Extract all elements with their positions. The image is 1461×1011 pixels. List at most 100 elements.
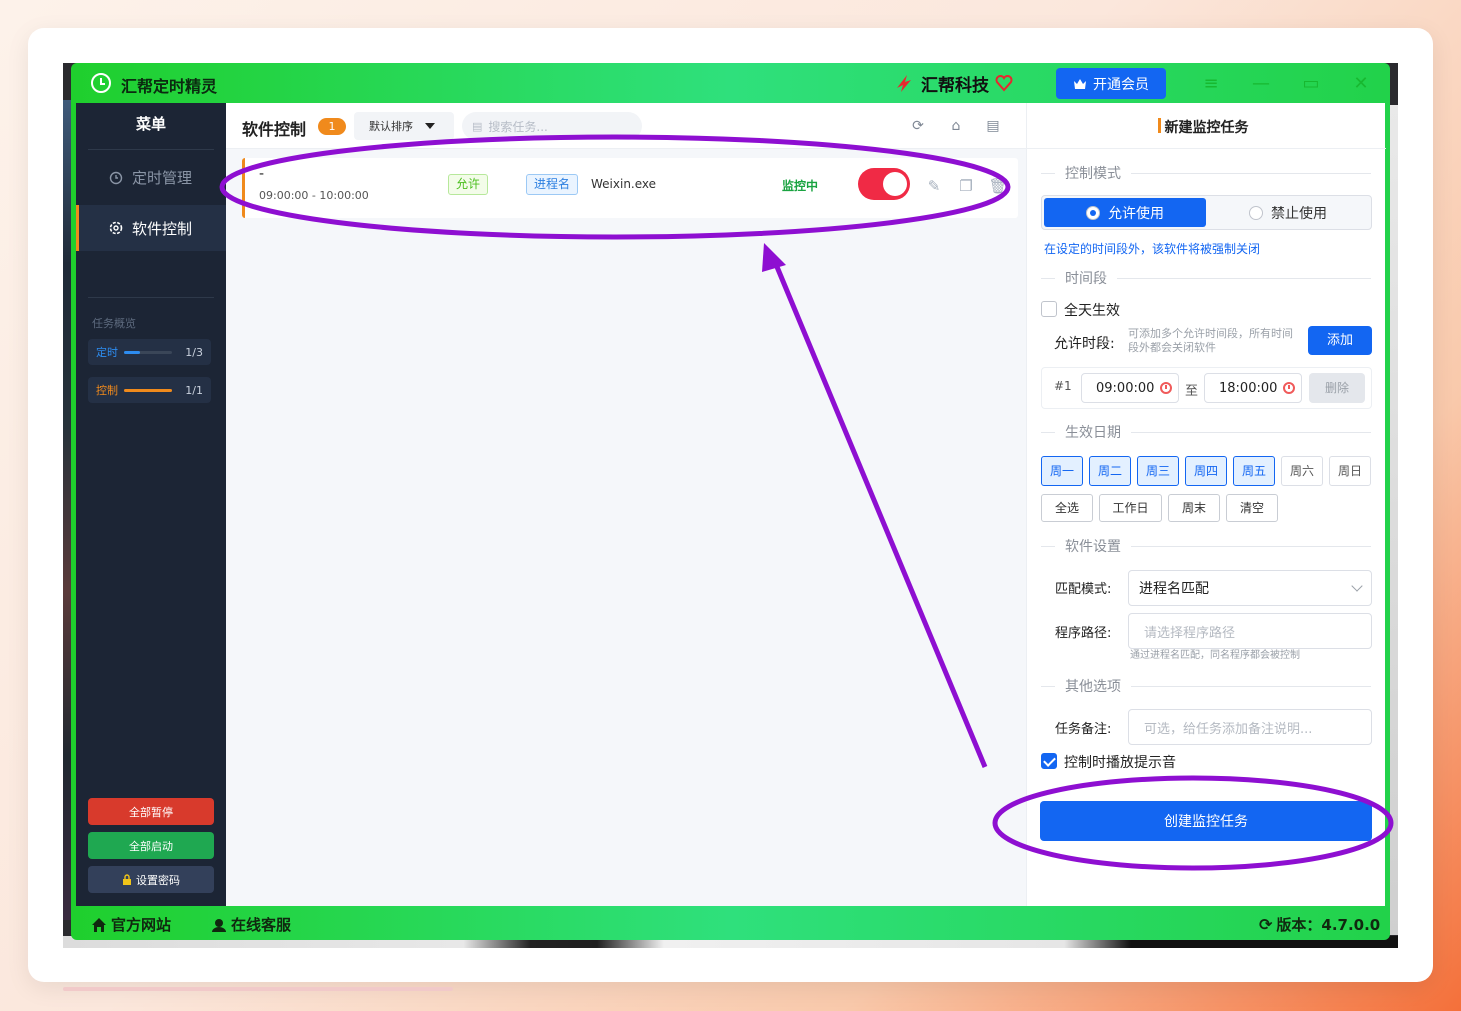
day-sat-button[interactable]: 周六 [1281, 456, 1323, 486]
day-tue-button[interactable]: 周二 [1089, 456, 1131, 486]
end-time-input[interactable]: 18:00:00 [1204, 373, 1302, 403]
play-sound-checkbox[interactable] [1041, 753, 1057, 769]
menu-icon[interactable]: ≡ [1199, 71, 1223, 95]
sort-select[interactable]: 默认排序 [354, 112, 454, 140]
status-badge: 监控中 [782, 179, 819, 193]
weekdays-button[interactable]: 工作日 [1099, 494, 1162, 522]
section-label: 其他选项 [1065, 679, 1121, 695]
crown-icon [1074, 78, 1086, 89]
note-input[interactable]: 可选，给任务添加备注说明... [1128, 709, 1372, 745]
mode-forbid-label: 禁止使用 [1271, 205, 1327, 222]
pause-all-button[interactable]: 全部暂停 [88, 798, 214, 825]
task-toggle[interactable] [858, 168, 910, 200]
divider [1027, 148, 1386, 149]
day-thu-button[interactable]: 周四 [1185, 456, 1227, 486]
version-info[interactable]: ⟳ 版本：4.7.0.0 [1259, 914, 1380, 935]
clear-button[interactable]: 清空 [1226, 494, 1278, 522]
section-date: 生效日期 [1041, 422, 1371, 442]
overview-title: 任务概览 [92, 317, 136, 330]
list-icon[interactable]: ▤ [984, 117, 1002, 135]
note-label: 任务备注: [1055, 722, 1112, 737]
vip-button-label: 开通会员 [1093, 76, 1149, 93]
all-day-label: 全天生效 [1064, 303, 1120, 319]
maximize-icon[interactable]: ▭ [1299, 71, 1323, 95]
task-row[interactable]: - 09:00:00 - 10:00:00 允许 进程名 Weixin.exe … [242, 158, 1018, 218]
path-label: 程序路径: [1055, 626, 1112, 641]
sidebar-item-schedule[interactable]: 定时管理 [76, 154, 226, 200]
overview-value: 1/1 [185, 383, 203, 397]
section-software: 软件设置 [1041, 536, 1371, 556]
note-placeholder: 可选，给任务添加备注说明... [1144, 721, 1313, 737]
time-period-row: #1 09:00:00 至 18:00:00 删除 [1041, 367, 1372, 409]
match-mode-select[interactable]: 进程名匹配 [1128, 570, 1372, 606]
brand[interactable]: 汇帮科技 [893, 71, 1013, 96]
overview-progress [124, 350, 172, 354]
task-count-badge: 1 [318, 118, 346, 135]
section-time: 时间段 [1041, 268, 1371, 288]
overview-schedule: 定时 1/3 [88, 339, 211, 365]
gear-icon [109, 221, 123, 235]
set-password-label: 设置密码 [136, 873, 180, 887]
home-icon [92, 917, 106, 932]
mode-tag: 允许 [448, 174, 488, 195]
path-input[interactable]: 请选择程序路径 [1128, 613, 1372, 649]
mode-forbid-option[interactable]: 禁止使用 [1207, 198, 1369, 227]
trash-icon[interactable]: 🗑 [988, 176, 1008, 196]
support-link[interactable]: 在线客服 [211, 914, 291, 935]
control-mode-group: 允许使用 禁止使用 [1041, 195, 1372, 230]
copy-icon[interactable]: ❐ [956, 176, 976, 196]
brand-logo-icon [897, 75, 911, 92]
type-tag: 进程名 [526, 174, 578, 195]
all-day-checkbox[interactable] [1041, 301, 1057, 317]
search-input[interactable]: ▤ 搜索任务... [462, 112, 642, 140]
task-name: - [259, 166, 265, 182]
path-hint: 通过进程名匹配，同名程序都会被控制 [1130, 650, 1300, 661]
brand-name: 汇帮科技 [921, 75, 989, 96]
day-wed-button[interactable]: 周三 [1137, 456, 1179, 486]
day-fri-button[interactable]: 周五 [1233, 456, 1275, 486]
mode-allow-option[interactable]: 允许使用 [1044, 198, 1206, 227]
decorative-underline [63, 987, 453, 991]
close-icon[interactable]: ✕ [1349, 71, 1373, 95]
heart-icon [995, 75, 1013, 92]
task-list-header: 软件控制 1 默认排序 ▤ 搜索任务... ⟳ ⌂ ▤ [226, 103, 1026, 149]
section-label: 软件设置 [1065, 539, 1121, 555]
start-time-value: 09:00:00 [1096, 380, 1155, 396]
minimize-icon[interactable]: — [1249, 71, 1273, 95]
page-title: 软件控制 [242, 120, 307, 139]
website-link[interactable]: 官方网站 [91, 914, 171, 935]
mode-allow-label: 允许使用 [1108, 205, 1164, 222]
sidebar-item-software-control[interactable]: 软件控制 [76, 205, 226, 251]
alarm-clock-icon [91, 73, 111, 93]
day-mon-button[interactable]: 周一 [1041, 456, 1083, 486]
toggle-knob [883, 172, 907, 196]
radio-checked-icon [1086, 205, 1100, 220]
version-label: 版本：4.7.0.0 [1276, 916, 1381, 934]
start-time-input[interactable]: 09:00:00 [1081, 373, 1179, 403]
website-label: 官方网站 [111, 916, 172, 934]
vip-button[interactable]: 开通会员 [1056, 68, 1166, 99]
select-all-button[interactable]: 全选 [1041, 494, 1093, 522]
start-all-button[interactable]: 全部启动 [88, 832, 214, 859]
edit-icon[interactable]: ✎ [924, 176, 944, 196]
form-title: 新建监控任务 [1164, 120, 1249, 136]
mode-hint: 在设定的时间段外，该软件将被强制关闭 [1044, 242, 1261, 256]
section-label: 时间段 [1065, 271, 1107, 287]
clear-icon[interactable]: ⌂ [947, 117, 965, 135]
match-mode-value: 进程名匹配 [1139, 581, 1209, 597]
delete-period-button[interactable]: 删除 [1309, 373, 1365, 403]
radio-icon [1249, 205, 1263, 220]
section-label: 生效日期 [1065, 425, 1121, 441]
weekend-button[interactable]: 周末 [1168, 494, 1220, 522]
allowed-period-hint: 可添加多个允许时间段，所有时间段外都会关闭软件 [1128, 327, 1293, 354]
refresh-icon: ⟳ [1259, 915, 1273, 934]
overview-control: 控制 1/1 [88, 377, 211, 403]
alarm-clock-icon [109, 171, 123, 185]
allowed-period-label: 允许时段: [1054, 336, 1115, 352]
refresh-icon[interactable]: ⟳ [909, 117, 927, 135]
title-bar[interactable]: 汇帮定时精灵 汇帮科技 开通会员 ≡ — ▭ ✕ [71, 63, 1390, 103]
day-sun-button[interactable]: 周日 [1329, 456, 1371, 486]
create-task-button[interactable]: 创建监控任务 [1040, 801, 1372, 841]
set-password-button[interactable]: 设置密码 [88, 866, 214, 893]
add-period-button[interactable]: 添加 [1308, 326, 1372, 355]
